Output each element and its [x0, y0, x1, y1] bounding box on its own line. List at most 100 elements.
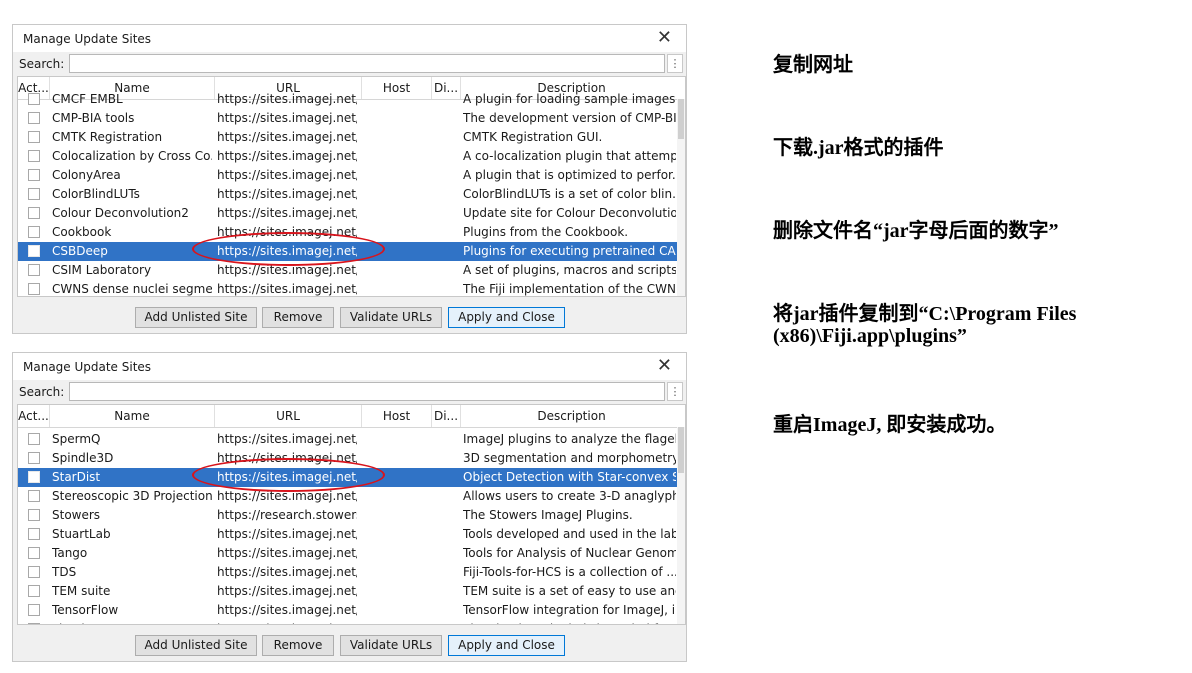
active-checkbox[interactable] — [28, 188, 40, 200]
instruction-step-copy-url: 复制网址 — [773, 54, 853, 76]
table-row[interactable]: TEM suite https://sites.imagej.net/... TEM… — [18, 582, 678, 601]
table-row[interactable]: Tango https://sites.imagej.net/... Tools f… — [18, 544, 678, 563]
close-icon[interactable]: ✕ — [657, 28, 672, 48]
active-checkbox[interactable] — [28, 547, 40, 559]
table-row[interactable]: Timebar https://sites.imagej.net/... The T… — [18, 620, 678, 624]
table-row[interactable]: Colour Deconvolution2 https://sites.image… — [18, 204, 678, 223]
site-description: Fiji-Tools-for-HCS is a collection of ..… — [463, 565, 676, 579]
table-row[interactable]: StarDist https://sites.imagej.net/... Obje… — [18, 468, 678, 487]
active-checkbox[interactable] — [28, 433, 40, 445]
column-header-url[interactable]: URL — [215, 405, 362, 427]
table-row[interactable]: CMTK Registration https://sites.imagej.ne… — [18, 128, 678, 147]
site-name: CSIM Laboratory — [52, 263, 152, 277]
site-description: The Timebar plugin is intended for s... — [463, 622, 676, 624]
active-checkbox[interactable] — [28, 623, 40, 624]
active-checkbox[interactable] — [28, 490, 40, 502]
active-checkbox[interactable] — [28, 207, 40, 219]
instruction-step-restart: 重启ImageJ, 即安装成功。 — [773, 414, 1007, 436]
search-options-icon[interactable]: ⋮ — [667, 54, 683, 73]
table-row[interactable]: TensorFlow https://sites.imagej.net/... Te… — [18, 601, 678, 620]
table-scrollbar[interactable] — [677, 427, 685, 624]
site-description: CMTK Registration GUI. — [463, 130, 603, 144]
site-url: https://sites.imagej.net/... — [217, 244, 357, 258]
table-row[interactable]: TDS https://sites.imagej.net/... Fiji-Tool… — [18, 563, 678, 582]
table-row[interactable]: CMCF EMBL https://sites.imagej.net/... A p… — [18, 90, 678, 109]
table-row[interactable]: CMP-BIA tools https://sites.imagej.net/..… — [18, 109, 678, 128]
active-checkbox[interactable] — [28, 112, 40, 124]
active-checkbox[interactable] — [28, 169, 40, 181]
site-description: Allows users to create 3-D anaglyph ... — [463, 489, 676, 503]
search-label: Search: — [19, 57, 65, 71]
table-row[interactable]: Cookbook https://sites.imagej.net/... Plug… — [18, 223, 678, 242]
site-name: Timebar — [52, 622, 212, 624]
table-row[interactable]: Stowers https://research.stowers... The St… — [18, 506, 678, 525]
site-url: https://sites.imagej.net/... — [217, 584, 357, 598]
table-row[interactable]: SpermQ https://sites.imagej.net/... ImageJ… — [18, 430, 678, 449]
site-url: https://sites.imagej.net/... — [217, 565, 357, 579]
active-checkbox[interactable] — [28, 131, 40, 143]
site-url: https://sites.imagej.net/J... — [217, 130, 357, 144]
active-checkbox[interactable] — [28, 509, 40, 521]
table-row[interactable]: ColonyArea https://sites.imagej.net/... A … — [18, 166, 678, 185]
site-url: https://research.stowers... — [217, 508, 357, 522]
update-sites-table[interactable]: Act... Name URL Host Di... Description S… — [17, 404, 686, 625]
table-row[interactable]: CWNS dense nuclei segme... https://sites.… — [18, 280, 678, 296]
active-checkbox[interactable] — [28, 604, 40, 616]
search-input[interactable] — [69, 382, 665, 401]
active-checkbox[interactable] — [28, 585, 40, 597]
instruction-step-download-jar: 下载.jar格式的插件 — [773, 137, 944, 159]
manage-update-sites-dialog-1: Manage Update Sites ✕ Search: ⋮ Act... N… — [12, 24, 687, 334]
dialog-titlebar: Manage Update Sites ✕ — [13, 25, 686, 52]
site-description: TEM suite is a set of easy to use and... — [463, 584, 676, 598]
apply-and-close-button[interactable]: Apply and Close — [448, 635, 565, 656]
active-checkbox[interactable] — [28, 245, 40, 257]
site-url: https://sites.imagej.net/... — [217, 622, 357, 624]
add-unlisted-site-button[interactable]: Add Unlisted Site — [135, 635, 257, 656]
manage-update-sites-dialog-2: Manage Update Sites ✕ Search: ⋮ Act... N… — [12, 352, 687, 662]
column-header-directory[interactable]: Di... — [432, 405, 461, 427]
update-sites-table[interactable]: Act... Name URL Host Di... Description C… — [17, 76, 686, 297]
column-header-name[interactable]: Name — [50, 405, 215, 427]
search-options-icon[interactable]: ⋮ — [667, 382, 683, 401]
active-checkbox[interactable] — [28, 566, 40, 578]
site-url: https://sites.imagej.net/... — [217, 603, 357, 617]
active-checkbox[interactable] — [28, 528, 40, 540]
table-row[interactable]: ColorBlindLUTs https://sites.imagej.net/.… — [18, 185, 678, 204]
search-input[interactable] — [69, 54, 665, 73]
site-description: The Fiji implementation of the CWNS... — [463, 282, 676, 296]
table-row[interactable]: Colocalization by Cross Co... https://sit… — [18, 147, 678, 166]
site-description: TensorFlow integration for ImageJ, i... — [463, 603, 676, 617]
column-header-active[interactable]: Act... — [18, 405, 50, 427]
apply-and-close-button[interactable]: Apply and Close — [448, 307, 565, 328]
site-name: CSBDeep — [52, 244, 108, 258]
table-row[interactable]: CSIM Laboratory https://sites.imagej.net/… — [18, 261, 678, 280]
site-name: Tango — [52, 546, 88, 560]
column-header-description[interactable]: Description — [461, 405, 682, 427]
site-description: 3D segmentation and morphometry ... — [463, 451, 676, 465]
table-row[interactable]: StuartLab https://sites.imagej.net/... Too… — [18, 525, 678, 544]
active-checkbox[interactable] — [28, 283, 40, 295]
active-checkbox[interactable] — [28, 150, 40, 162]
site-description: ColorBlindLUTs is a set of color blin... — [463, 187, 676, 201]
table-row[interactable]: Spindle3D https://sites.imagej.net/3D seg… — [18, 449, 678, 468]
active-checkbox[interactable] — [28, 471, 40, 483]
table-row[interactable]: CSBDeep https://sites.imagej.net/... Plugi… — [18, 242, 678, 261]
add-unlisted-site-button[interactable]: Add Unlisted Site — [135, 307, 257, 328]
active-checkbox[interactable] — [28, 264, 40, 276]
table-scrollbar[interactable] — [677, 99, 685, 296]
remove-button[interactable]: Remove — [262, 307, 334, 328]
active-checkbox[interactable] — [28, 452, 40, 464]
active-checkbox[interactable] — [28, 93, 40, 105]
site-url: https://sites.imagej.net/... — [217, 187, 357, 201]
validate-urls-button[interactable]: Validate URLs — [340, 307, 442, 328]
active-checkbox[interactable] — [28, 226, 40, 238]
remove-button[interactable]: Remove — [262, 635, 334, 656]
table-row[interactable]: Stereoscopic 3D Projection https://sites.… — [18, 487, 678, 506]
close-icon[interactable]: ✕ — [657, 356, 672, 376]
site-url: https://sites.imagej.net/ — [217, 451, 357, 465]
scrollbar-thumb[interactable] — [678, 99, 684, 139]
site-name: ColorBlindLUTs — [52, 187, 140, 201]
validate-urls-button[interactable]: Validate URLs — [340, 635, 442, 656]
scrollbar-thumb[interactable] — [678, 427, 684, 473]
column-header-host[interactable]: Host — [362, 405, 432, 427]
